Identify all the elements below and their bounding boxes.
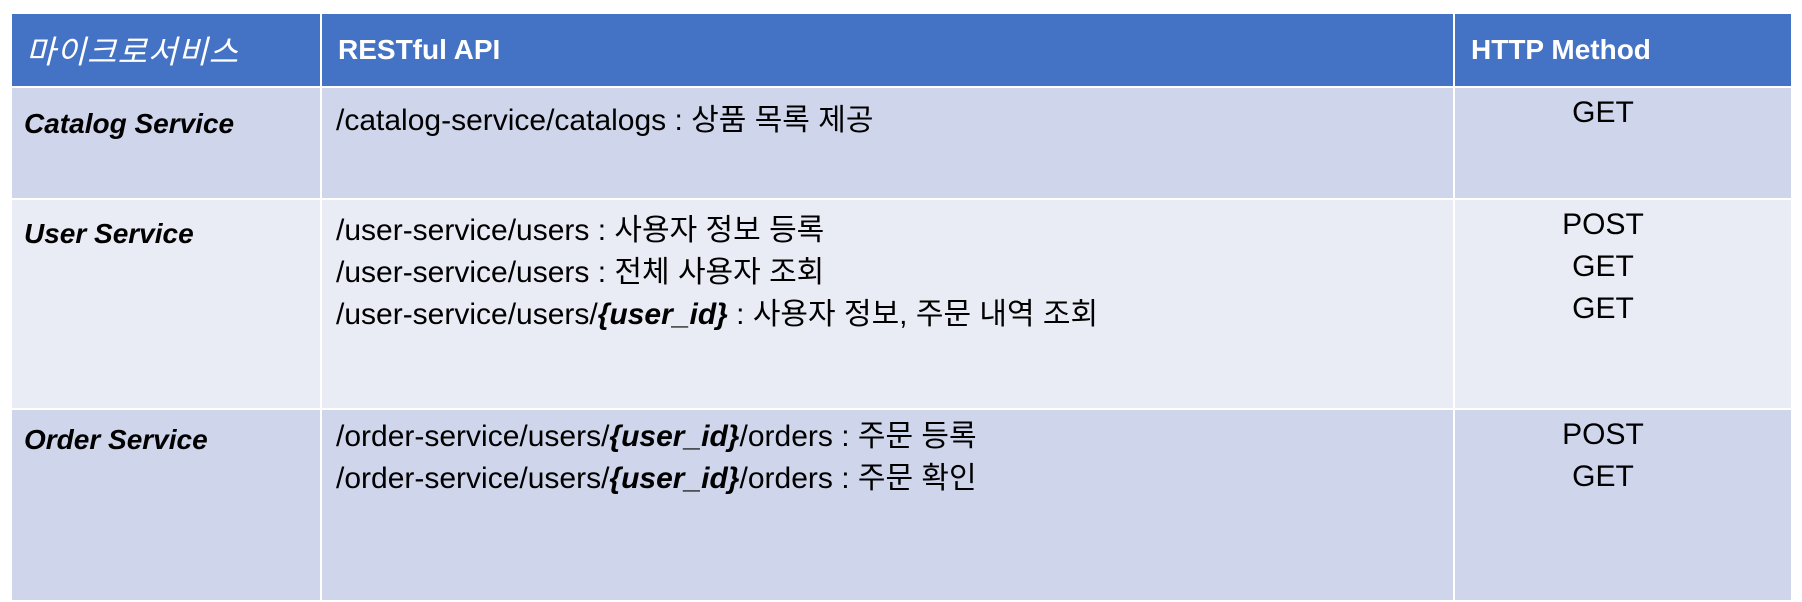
path-param: {user_id} [609, 420, 740, 453]
table-row-order: Order Service /order-service/users/{user… [10, 408, 1793, 602]
api-path-text: /catalog-service/catalogs : 상품 목록 제공 [336, 104, 874, 137]
api-table: 마이크로서비스 RESTful API HTTP Method Catalog … [10, 12, 1793, 602]
http-method: GET [1572, 96, 1634, 129]
api-path-text: /user-service/users : 사용자 정보 등록 [336, 214, 825, 247]
http-method: POST [1562, 418, 1644, 451]
path-param: {user_id} [597, 298, 728, 331]
api-path-line: /user-service/users/{user_id} : 사용자 정보, … [336, 294, 1453, 336]
api-table-slide: 마이크로서비스 RESTful API HTTP Method Catalog … [10, 12, 1793, 602]
api-path-line: /user-service/users : 전체 사용자 조회 [336, 252, 1453, 294]
service-name: Order Service [10, 408, 322, 602]
http-method: GET [1572, 250, 1634, 283]
table-row-catalog: Catalog Service /catalog-service/catalog… [10, 86, 1793, 200]
api-paths: /user-service/users : 사용자 정보 등록 /user-se… [320, 198, 1455, 410]
header-restful-api: RESTful API [320, 12, 1455, 88]
api-paths: /catalog-service/catalogs : 상품 목록 제공 [320, 86, 1455, 200]
api-path-text: /order-service/users/ [336, 462, 610, 495]
api-path-suffix: /orders : 주문 확인 [739, 462, 977, 495]
api-path-suffix: /orders : 주문 등록 [739, 420, 977, 453]
table-row-user: User Service /user-service/users : 사용자 정… [10, 198, 1793, 410]
api-path-line: /order-service/users/{user_id}/orders : … [336, 458, 1453, 500]
http-methods: POST GET [1453, 408, 1793, 602]
api-path-suffix: : 사용자 정보, 주문 내역 조회 [727, 298, 1099, 331]
http-method: POST [1562, 208, 1644, 241]
api-path-line: /user-service/users : 사용자 정보 등록 [336, 210, 1453, 252]
http-method: GET [1572, 460, 1634, 493]
api-path-text: /order-service/users/ [336, 420, 610, 453]
header-microservice: 마이크로서비스 [10, 12, 322, 88]
path-param: {user_id} [609, 462, 740, 495]
api-path-text: /user-service/users/ [336, 298, 598, 331]
api-path-line: /catalog-service/catalogs : 상품 목록 제공 [336, 100, 1453, 142]
service-name: User Service [10, 198, 322, 410]
http-method: GET [1572, 292, 1634, 325]
http-methods: GET [1453, 86, 1793, 200]
api-paths: /order-service/users/{user_id}/orders : … [320, 408, 1455, 602]
service-name: Catalog Service [10, 86, 322, 200]
api-path-text: /user-service/users : 전체 사용자 조회 [336, 256, 825, 289]
http-methods: POST GET GET [1453, 198, 1793, 410]
table-header-row: 마이크로서비스 RESTful API HTTP Method [10, 12, 1793, 88]
header-http-method: HTTP Method [1453, 12, 1793, 88]
api-path-line: /order-service/users/{user_id}/orders : … [336, 416, 1453, 458]
